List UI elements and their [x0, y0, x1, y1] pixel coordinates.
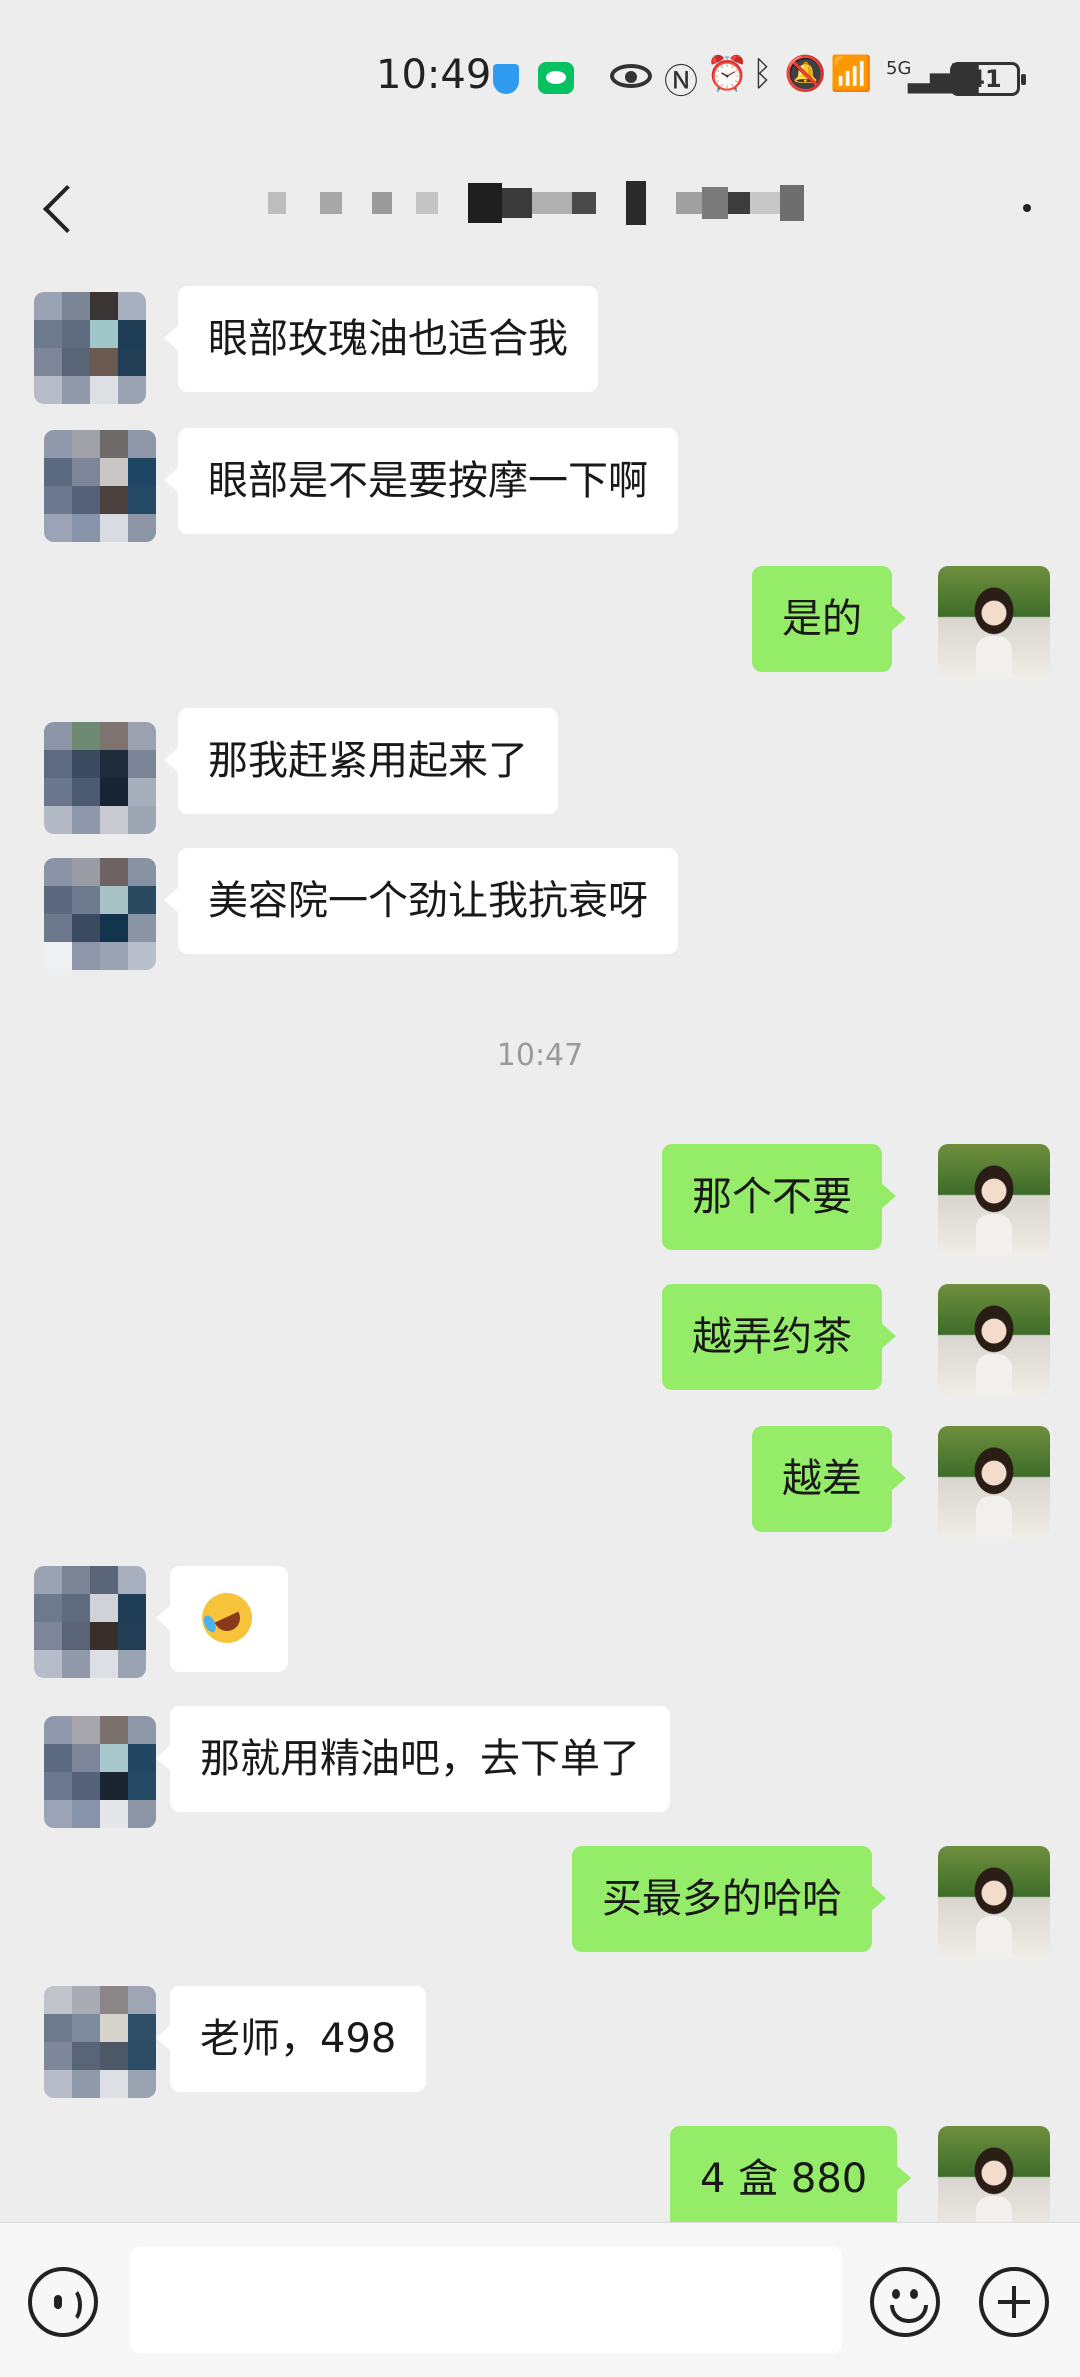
contact-avatar[interactable]: [34, 1566, 146, 1678]
plus-icon[interactable]: [979, 2267, 1049, 2337]
message-received: 那就用精油吧，去下单了: [156, 1706, 670, 1812]
status-time: 10:49: [376, 52, 492, 98]
bluetooth-icon: ᛒ: [752, 54, 773, 94]
user-avatar[interactable]: [938, 1846, 1050, 1958]
user-avatar[interactable]: [938, 1426, 1050, 1538]
chat-header: [0, 160, 1080, 270]
contact-avatar[interactable]: [34, 292, 146, 404]
chat-title-redacted: [268, 180, 838, 226]
user-avatar[interactable]: [938, 566, 1050, 678]
contact-avatar[interactable]: [44, 858, 156, 970]
message-sent: 那个不要: [662, 1144, 896, 1250]
contact-avatar[interactable]: [44, 722, 156, 834]
contact-avatar[interactable]: [44, 1986, 156, 2098]
wechat-icon: [538, 62, 574, 94]
contact-avatar[interactable]: [44, 1716, 156, 1828]
message-received: 美容院一个劲让我抗衰呀: [164, 848, 678, 954]
nfc-icon: Ⓝ: [664, 62, 698, 102]
message-timestamp: 10:47: [496, 1038, 584, 1073]
alarm-icon: ⏰: [706, 54, 749, 94]
contact-avatar[interactable]: [44, 430, 156, 542]
message-received: 眼部玫瑰油也适合我: [164, 286, 598, 392]
user-avatar[interactable]: [938, 1144, 1050, 1256]
status-bar: 10:49 Ⓝ ⏰ ᛒ 🔕 📶 5G ▂▄▆ 41: [0, 0, 1080, 160]
message-sent: 买最多的哈哈: [572, 1846, 886, 1952]
message-received: 老师，498: [155, 1986, 427, 2092]
eye-icon: [610, 64, 652, 88]
message-sent: 越差: [752, 1426, 906, 1532]
voice-icon[interactable]: [28, 2267, 98, 2337]
wifi-icon: 📶: [830, 54, 873, 94]
mute-icon: 🔕: [784, 54, 827, 94]
chevron-left-icon[interactable]: [36, 180, 76, 240]
message-sent: 是的: [752, 566, 906, 672]
message-received: 眼部是不是要按摩一下啊: [164, 428, 678, 534]
shield-icon: [493, 64, 519, 94]
message-sent: 越弄约茶: [662, 1284, 896, 1390]
message-input[interactable]: [130, 2247, 842, 2353]
more-icon[interactable]: [1018, 196, 1058, 226]
message-sent: 4 盒 880: [670, 2126, 912, 2232]
user-avatar[interactable]: [938, 1284, 1050, 1396]
emoji-icon[interactable]: [870, 2267, 940, 2337]
chat-input-bar: [0, 2222, 1080, 2377]
message-received-emoji: [156, 1566, 288, 1672]
message-received: 那我赶紧用起来了: [164, 708, 558, 814]
battery-icon: 41: [950, 62, 1026, 96]
rolling-laughing-emoji-icon: [193, 1584, 261, 1652]
